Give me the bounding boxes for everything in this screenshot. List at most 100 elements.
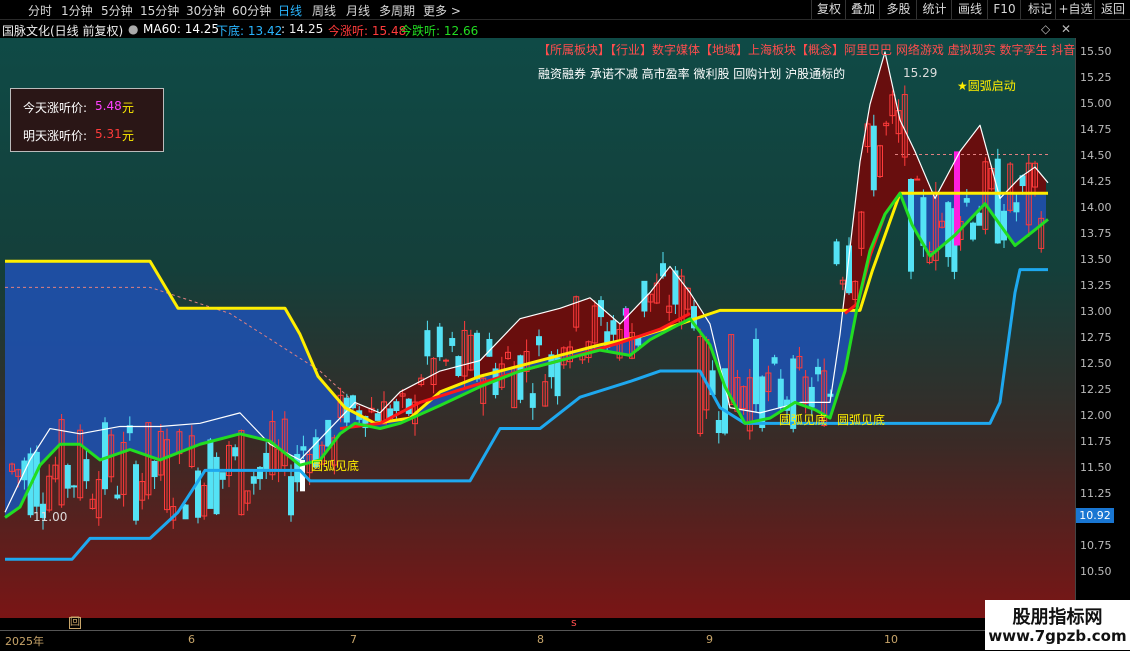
price-tick: 15.25 (1080, 71, 1112, 84)
candle-body (753, 338, 759, 405)
price-tick: 14.00 (1080, 201, 1112, 214)
candle-body (914, 178, 921, 181)
price-tick: 10.75 (1080, 539, 1112, 552)
toolbar-button[interactable]: 画线 (951, 0, 988, 19)
candle-body (374, 413, 381, 421)
last-price-tag: 10.92 (1076, 508, 1114, 523)
yuanhu-qidong-label: ★圆弧启动 (957, 79, 1016, 93)
stock-name: 国脉文化(日线 前复权) (2, 24, 124, 38)
kline-chart[interactable]: 今天涨听价: 5.48 元 明天涨听价: 5.31 元 【所属板块】【行业】数字… (0, 38, 1075, 618)
candle-body (250, 476, 257, 484)
candle-body (232, 447, 239, 457)
timeframe-tab[interactable]: 60分钟 (232, 2, 271, 19)
price-tick: 15.00 (1080, 97, 1112, 110)
candle-body (207, 439, 214, 509)
info-bar: 国脉文化(日线 前复权) ● MA60: 14.25 下底: 13.42 : 1… (0, 20, 1130, 38)
timeframe-tab[interactable]: 多周期 (379, 2, 415, 19)
timeframe-tab[interactable]: 更多 > (423, 2, 461, 19)
watermark-url: www.7gpzb.com (988, 627, 1127, 645)
low-price-label: 11.00 (33, 510, 68, 524)
price-tick: 13.50 (1080, 253, 1112, 266)
date-label: 7 (350, 633, 357, 646)
price-tick: 11.50 (1080, 461, 1112, 474)
candle-body (443, 359, 449, 362)
timeframe-tab[interactable]: 日线 (278, 2, 302, 19)
date-axis: 2025年 6 7 8 9 10 (0, 630, 1130, 651)
date-label: 8 (537, 633, 544, 646)
price-tick: 13.75 (1080, 227, 1112, 240)
concepts-line-2: 融资融券 承诺不减 高市盈率 微利股 回购计划 沪股通标的 (538, 67, 846, 81)
timeframe-tab[interactable]: 1分钟 (61, 2, 93, 19)
toolbar-button[interactable]: 统计 (916, 0, 952, 19)
timeframe-tab[interactable]: 月线 (346, 2, 370, 19)
price-tick: 14.75 (1080, 123, 1112, 136)
price-tick: 12.00 (1080, 409, 1112, 422)
candle-body (486, 338, 493, 357)
candle-body (517, 355, 524, 400)
yuanhu-jiandi-label: 圆弧见底 (311, 459, 360, 473)
high-price-label: 15.29 (903, 66, 938, 80)
candle-body (970, 222, 976, 240)
candle-body (133, 464, 139, 521)
dot-value: : 14.25 (281, 22, 324, 36)
candle-body (64, 464, 71, 489)
settings-icon[interactable]: ● (128, 22, 138, 36)
yuanhu-jiandi-label: 圆弧见底 (837, 413, 886, 427)
candle-body (1013, 202, 1020, 213)
mark-button[interactable]: 标记 (1020, 0, 1059, 19)
toolbar-button[interactable]: F10 (987, 0, 1021, 19)
toolbar-button[interactable]: 多股 (879, 0, 917, 19)
limit-price-box: 今天涨听价: 5.48 元 明天涨听价: 5.31 元 (10, 88, 164, 152)
period-toolbar: 分时 1分钟 5分钟 15分钟 30分钟 60分钟 日线 周线 月线 多周期 更多 > 标记 复权叠… (0, 0, 1130, 20)
candle-body (815, 366, 821, 375)
xiadi-label: 下底: 13.42 (216, 24, 283, 38)
close-icon[interactable]: ✕ (1061, 22, 1071, 36)
timeframe-tab[interactable]: 30分钟 (186, 2, 225, 19)
price-tick: 10.50 (1080, 565, 1112, 578)
signal-candle (624, 308, 629, 340)
price-tick: 13.25 (1080, 279, 1112, 292)
timeframe-tab[interactable]: 周线 (312, 2, 336, 19)
candle-body (151, 460, 158, 478)
candle-body (920, 197, 927, 246)
toolbar-button[interactable]: 叠加 (845, 0, 880, 19)
candle-body (436, 326, 443, 358)
event-marker[interactable]: s (571, 617, 577, 628)
date-label: 2025年 (5, 635, 44, 648)
candle-body (213, 456, 220, 515)
price-tick: 12.75 (1080, 331, 1112, 344)
candle-body (536, 336, 542, 346)
candle-body (393, 401, 400, 412)
tomorrow-limit-value: 5.31 (95, 127, 122, 141)
toolbar-button[interactable]: 复权 (811, 0, 846, 19)
candle-body (715, 420, 722, 434)
event-marker[interactable]: 回 (69, 617, 81, 629)
candle-body (219, 472, 226, 480)
date-label: 9 (706, 633, 713, 646)
price-tick: 15.50 (1080, 45, 1112, 58)
jindieting-label: 今跌听: 12.66 (400, 24, 479, 38)
diamond-icon[interactable]: ◇ (1041, 22, 1050, 36)
yuanhu-jiandi-label: 圆弧见底 (779, 413, 828, 427)
tomorrow-limit-unit: 元 (122, 129, 135, 143)
toolbar-button[interactable]: 返回 (1094, 0, 1130, 19)
toolbar-button[interactable]: +自选 (1055, 0, 1095, 19)
candle-body (71, 485, 77, 488)
tomorrow-limit-label: 明天涨听价: (23, 129, 88, 143)
candle-body (102, 422, 108, 490)
timeframe-tab[interactable]: 5分钟 (101, 2, 133, 19)
candle-body (114, 494, 121, 499)
candle-body (963, 198, 970, 203)
candle-body (449, 338, 456, 346)
candle-body (474, 332, 480, 380)
timeframe-tab[interactable]: 分时 (28, 2, 52, 19)
candle-body (945, 202, 952, 258)
today-limit-label: 今天涨听价: (23, 101, 88, 115)
candle-body (288, 476, 294, 516)
timeframe-tab[interactable]: 15分钟 (140, 2, 179, 19)
candle-body (771, 357, 778, 364)
price-tick: 14.25 (1080, 175, 1112, 188)
candle-body (300, 446, 307, 451)
candle-body (777, 378, 784, 408)
watermark-title: 股朋指标网 (1012, 607, 1103, 628)
